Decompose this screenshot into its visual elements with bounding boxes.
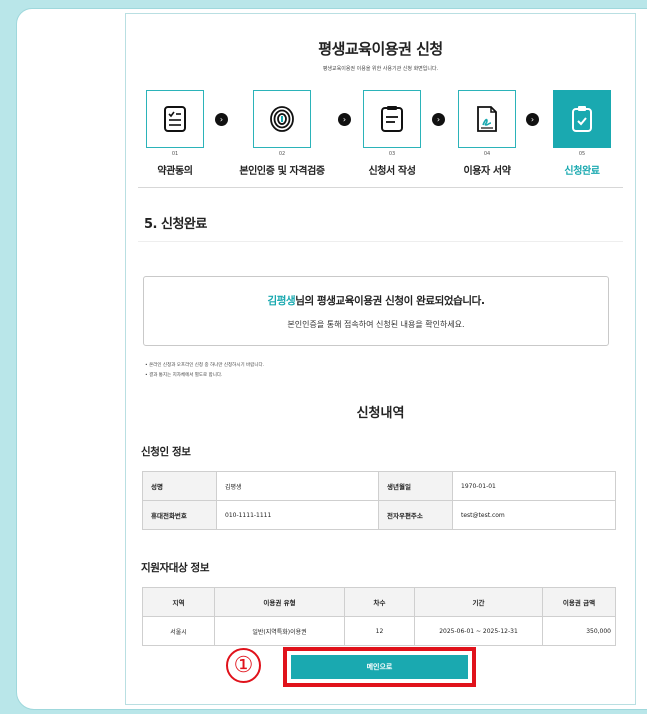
page-title: 평생교육이용권 신청 [318,40,443,58]
step-arrow-icon: › [526,113,539,126]
step-4-label: 이용자 서약 [463,166,511,177]
step-1-number: 01 [171,151,179,157]
table-cell: 일반(지역특화)이용권 [214,616,345,646]
details-title: 신청내역 [356,406,405,421]
birth-value: 1970-01-01 [452,471,616,501]
phone-value: 010-1111-1111 [216,500,379,530]
step-2-box [253,90,311,148]
column-header: 이용권 금액 [542,587,616,617]
clipboard-check-icon [572,106,592,132]
notice-item: • 온라인 신청과 오프라인 신청 중 하나만 신청하시기 바랍니다. [145,363,265,368]
step-3-number: 03 [388,151,396,157]
divider [138,241,623,242]
applicant-info-heading: 신청인 정보 [141,446,191,458]
table-cell: 2025-06-01 ~ 2025-12-31 [414,616,543,646]
fingerprint-icon [270,106,294,132]
main-page-button[interactable]: 메인으로 [291,655,468,679]
phone-label: 휴대전화번호 [142,500,217,530]
table-row: 성명 김평생 생년월일 1970-01-01 [142,471,616,501]
step-5-number: 05 [578,151,586,157]
step-2-number: 02 [278,151,286,157]
document-icon [381,106,403,132]
completion-message-bold: 평생교육이용권 신청이 완료되었습니다. [317,295,485,307]
column-header: 차수 [344,587,415,617]
completion-message: 김평생님의 평생교육이용권 신청이 완료되었습니다. [144,293,608,308]
table-cell: 350,000 [542,616,616,646]
step-1-box [146,90,204,148]
app-background: 평생교육이용권 신청 평생교육이용권 이용을 위한 사용기관 신청 화면입니다.… [0,0,647,714]
support-info-table: 지역 이용권 유형 차수 기간 이용권 금액 서울시 일반(지역특화)이용권 1… [142,587,616,646]
completion-message-part: 님의 [295,295,318,307]
step-arrow-icon: › [215,113,228,126]
table-header-row: 지역 이용권 유형 차수 기간 이용권 금액 [142,587,616,617]
column-header: 지역 [142,587,215,617]
name-label: 성명 [142,471,217,501]
step-marker-annotation: ① [226,648,261,683]
step-4-number: 04 [483,151,491,157]
table-row: 서울시 일반(지역특화)이용권 12 2025-06-01 ~ 2025-12-… [142,616,616,646]
step-arrow-icon: › [432,113,445,126]
divider [138,187,623,188]
notice-item: • 결과 통지는 지자체에서 별도로 합니다. [145,373,223,378]
checklist-icon [164,106,186,132]
table-cell: 서울시 [142,616,215,646]
completion-subtext: 본인인증을 통해 접속하여 신청된 내용을 확인하세요. [287,320,465,329]
step-arrow-icon: › [338,113,351,126]
birth-label: 생년월일 [378,471,453,501]
step-5-box [553,90,611,148]
email-value: test@test.com [452,500,616,530]
email-label: 전자우편주소 [378,500,453,530]
button-highlight-box: 메인으로 [283,647,476,687]
column-header: 기간 [414,587,543,617]
step-4-box [458,90,516,148]
table-cell: 12 [344,616,415,646]
table-row: 휴대전화번호 010-1111-1111 전자우편주소 test@test.co… [142,500,616,530]
applicant-info-table: 성명 김평생 생년월일 1970-01-01 휴대전화번호 010-1111-1… [142,471,616,530]
step-1-label: 약관동의 [157,166,193,177]
applicant-name-highlight: 김평생 [267,295,296,307]
application-page: 평생교육이용권 신청 평생교육이용권 이용을 위한 사용기관 신청 화면입니다.… [125,13,636,705]
page-subtitle: 평생교육이용권 이용을 위한 사용기관 신청 화면입니다. [322,66,439,72]
completion-box: 김평생님의 평생교육이용권 신청이 완료되었습니다. 본인인증을 통해 접속하여… [143,276,609,346]
step-3-box [363,90,421,148]
step-5-label: 신청완료 [564,166,600,177]
name-value: 김평생 [216,471,379,501]
support-info-heading: 지원자대상 정보 [141,562,210,574]
signature-icon [477,106,497,132]
step-2-label: 본인인증 및 자격검증 [239,166,325,177]
column-header: 이용권 유형 [214,587,345,617]
step-3-label: 신청서 작성 [368,166,416,177]
section-title: 5. 신청완료 [144,217,207,232]
